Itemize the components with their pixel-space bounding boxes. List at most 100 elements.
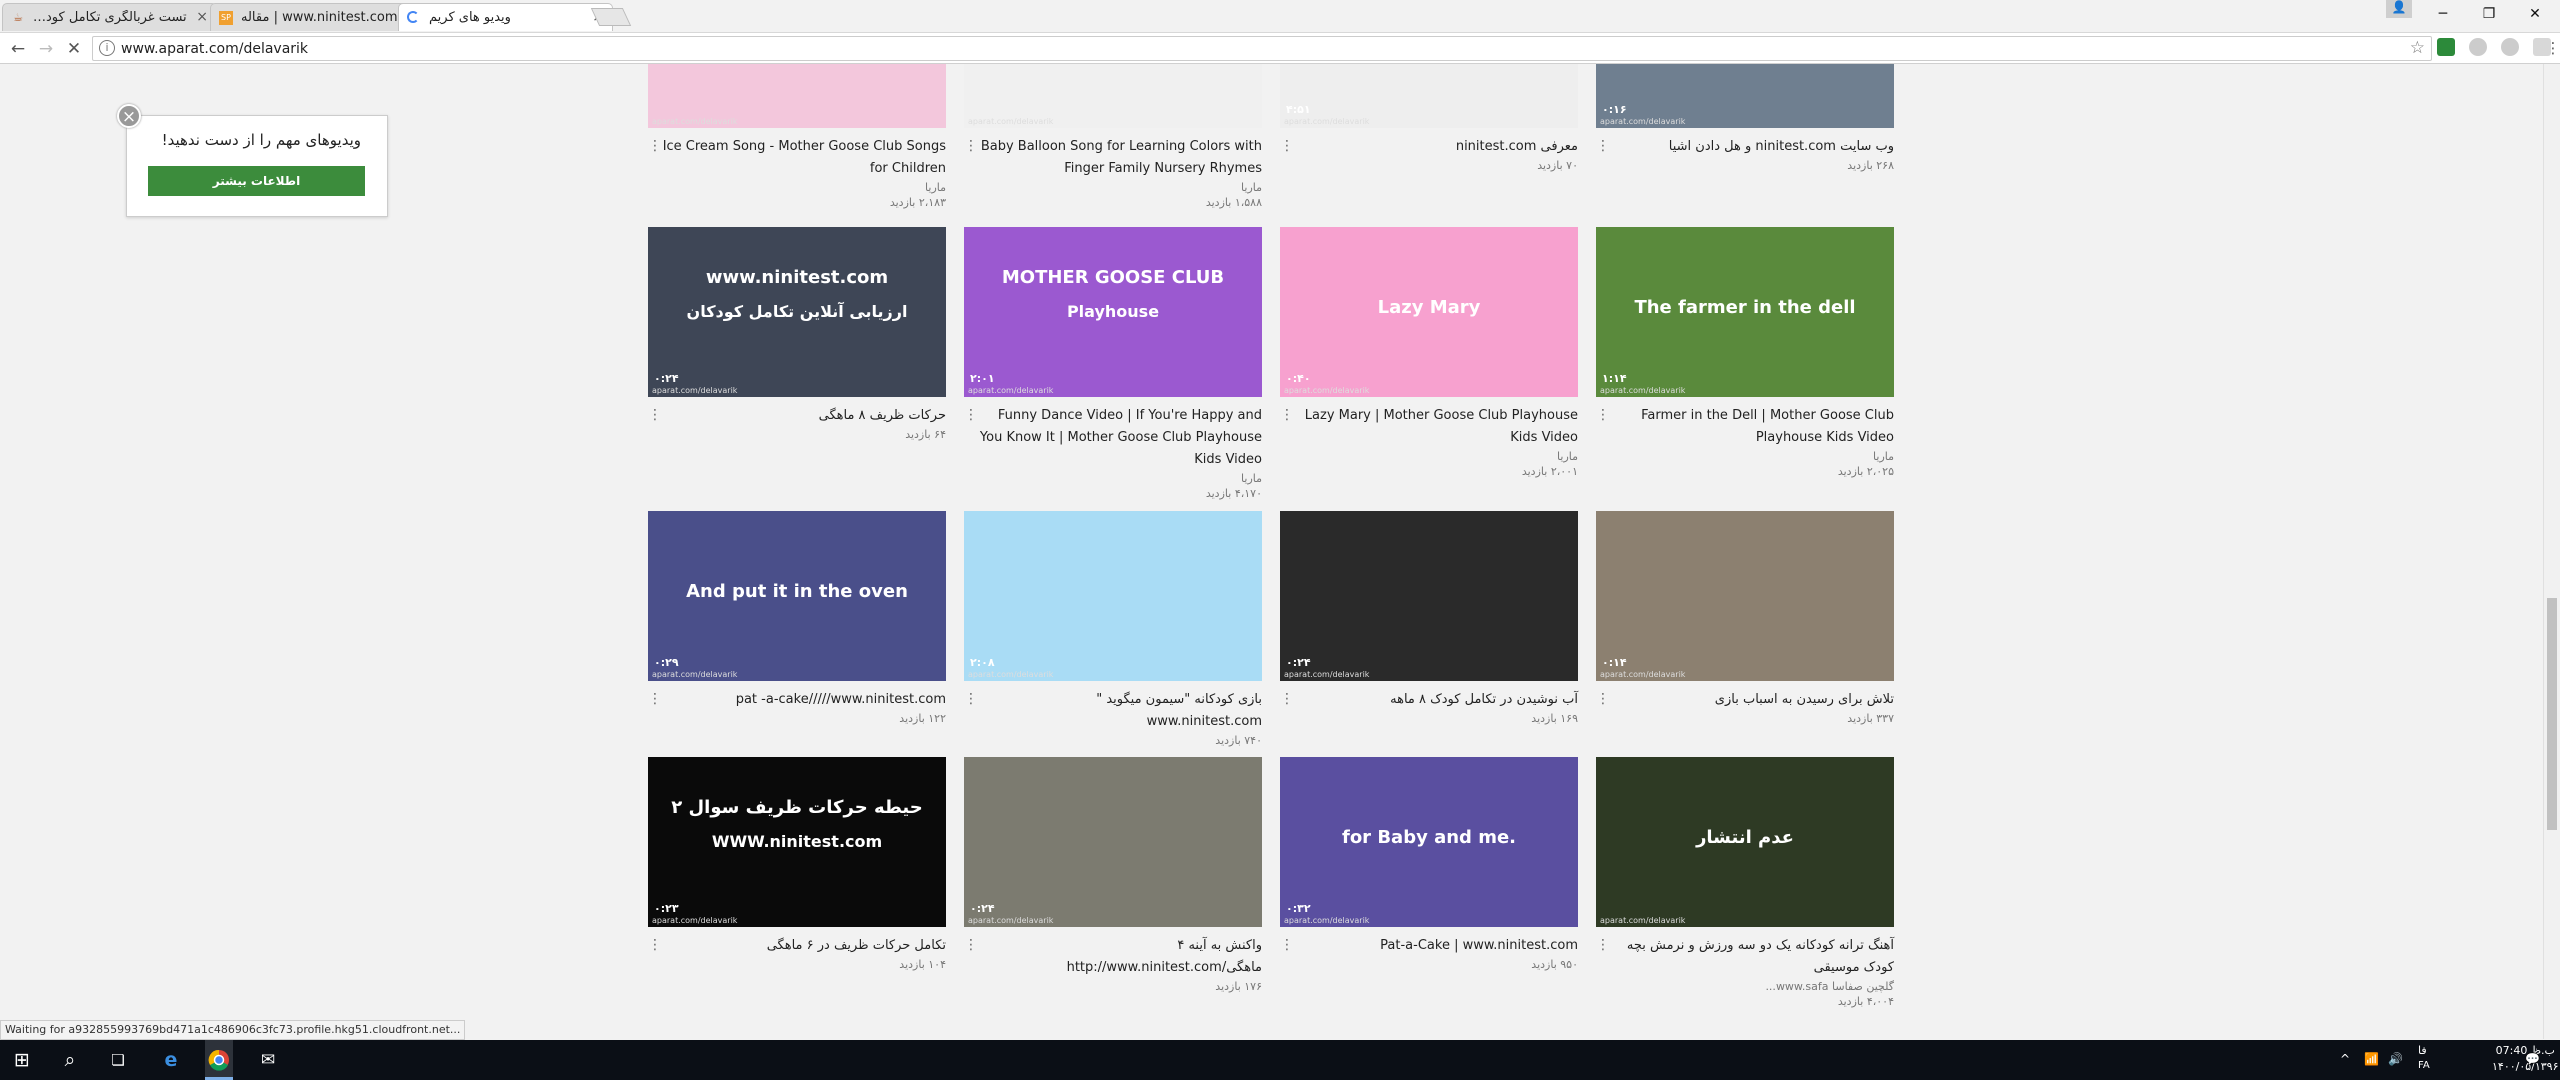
video-thumbnail[interactable]: www.ninitest.com ارزیابی آنلاین تکامل کود… <box>648 227 946 397</box>
chrome-browser-icon[interactable] <box>205 1046 233 1074</box>
page-info-icon[interactable]: i <box>99 40 115 56</box>
channel-name[interactable]: ماریا <box>1596 449 1894 464</box>
minimize-icon[interactable]: ─ <box>2420 0 2466 28</box>
restore-icon[interactable]: ❐ <box>2466 0 2512 28</box>
video-info: تلاش برای رسیدن به اسباب بازی ۳۳۷ بازدید <box>1596 689 1894 726</box>
video-thumbnail[interactable]: ۰:۱۶ aparat.com/delavarik <box>1596 64 1894 128</box>
close-window-icon[interactable]: ✕ <box>2512 0 2558 28</box>
language-indicator[interactable]: FA <box>2418 1060 2430 1071</box>
video-title[interactable]: pat -a-cake/////www.ninitest.com <box>648 689 946 711</box>
video-thumbnail[interactable]: ۰:۲۴ aparat.com/delavarik <box>1280 511 1578 681</box>
view-count: ۱،۵۸۸ بازدید <box>1205 196 1262 209</box>
browser-tab-3[interactable]: ویدیو های کریم × <box>398 3 613 31</box>
video-title[interactable]: آب نوشیدن در تکامل کودک ۸ ماهه <box>1280 689 1578 711</box>
more-options-icon[interactable]: ⋮ <box>648 691 662 707</box>
view-count: ۲۶۸ بازدید <box>1847 159 1894 172</box>
video-title[interactable]: Lazy Mary | Mother Goose Club Playhouse … <box>1280 405 1578 449</box>
popup-close-icon[interactable]: × <box>117 104 141 128</box>
channel-name[interactable]: ماریا <box>964 180 1262 195</box>
more-options-icon[interactable]: ⋮ <box>648 407 662 423</box>
video-title[interactable]: تکامل حرکات ظریف در ۶ ماهگی <box>648 935 946 957</box>
bookmark-star-icon[interactable]: ☆ <box>2410 38 2425 58</box>
video-title[interactable]: حرکات ظریف ۸ ماهگی <box>648 405 946 427</box>
language-indicator-fa[interactable]: فا <box>2418 1044 2427 1057</box>
video-title[interactable]: وب سایت ninitest.com و هل دادن اشیا <box>1596 136 1894 158</box>
extension-icon[interactable] <box>2469 38 2487 56</box>
tab-title: تست غربالگری تکامل کود… <box>33 10 187 25</box>
more-options-icon[interactable]: ⋮ <box>1280 407 1294 423</box>
menu-dots-icon[interactable]: ⋮ <box>2541 36 2560 60</box>
video-thumbnail[interactable]: حیطه حرکات ظریف سوال ۲ WWW.ninitest.com ۰:… <box>648 757 946 927</box>
video-info: آب نوشیدن در تکامل کودک ۸ ماهه ۱۶۹ بازدید <box>1280 689 1578 726</box>
more-options-icon[interactable]: ⋮ <box>648 937 662 953</box>
watermark-logo: aparat.com/delavarik <box>1284 670 1370 679</box>
stop-loading-icon[interactable]: ✕ <box>62 37 86 61</box>
video-thumbnail[interactable]: aparat.com/delavarik <box>648 64 946 128</box>
search-icon[interactable]: ⌕ <box>56 1046 84 1074</box>
extension-icon[interactable] <box>2437 38 2455 56</box>
video-title[interactable]: آهنگ ترانه کودکانه یک دو سه ورزش و نرمش … <box>1596 935 1894 979</box>
video-info: Farmer in the Dell | Mother Goose Club P… <box>1596 405 1894 479</box>
edge-browser-icon[interactable]: e <box>157 1046 185 1074</box>
channel-name[interactable]: ماریا <box>648 180 946 195</box>
watermark-logo: aparat.com/delavarik <box>1600 916 1686 925</box>
start-windows-icon[interactable]: ⊞ <box>8 1046 36 1074</box>
video-title[interactable]: Farmer in the Dell | Mother Goose Club P… <box>1596 405 1894 449</box>
volume-icon[interactable]: 🔊 <box>2388 1052 2403 1066</box>
more-options-icon[interactable]: ⋮ <box>648 138 662 154</box>
ninitest-favicon-icon: ☕ <box>13 11 23 24</box>
network-icon[interactable]: 📶 <box>2364 1052 2379 1066</box>
tray-chevron-icon[interactable]: ^ <box>2340 1052 2350 1066</box>
more-options-icon[interactable]: ⋮ <box>1280 138 1294 154</box>
more-info-button[interactable]: اطلاعات بیشتر <box>148 166 365 196</box>
more-options-icon[interactable]: ⋮ <box>1280 937 1294 953</box>
video-title[interactable]: Pat-a-Cake | www.ninitest.com <box>1280 935 1578 957</box>
more-options-icon[interactable]: ⋮ <box>964 691 978 707</box>
video-thumbnail[interactable]: عدم انتشار aparat.com/delavarik <box>1596 757 1894 927</box>
tab-close-icon[interactable]: × <box>196 9 208 25</box>
scrollbar-thumb[interactable] <box>2547 598 2557 830</box>
video-title[interactable]: Ice Cream Song - Mother Goose Club Songs… <box>648 136 946 180</box>
video-title[interactable]: بازی کودکانه "سیمون میگوید " www.ninites… <box>964 689 1262 733</box>
back-arrow-icon[interactable]: ← <box>6 37 30 61</box>
video-title[interactable]: تلاش برای رسیدن به اسباب بازی <box>1596 689 1894 711</box>
profile-icon[interactable]: 👤 <box>2386 0 2412 18</box>
video-thumbnail[interactable]: ۰:۲۴ aparat.com/delavarik <box>964 757 1262 927</box>
video-thumbnail[interactable]: ۰:۱۴ aparat.com/delavarik <box>1596 511 1894 681</box>
video-title[interactable]: معرفی ninitest.com <box>1280 136 1578 158</box>
browser-tab-2[interactable]: SP www.ninitest.com | مقاله × <box>210 3 425 31</box>
address-bar[interactable]: i www.aparat.com/delavarik ☆ <box>92 36 2432 61</box>
video-title[interactable]: Funny Dance Video | If You're Happy and … <box>964 405 1262 471</box>
video-thumbnail[interactable]: ۴:۵۱ aparat.com/delavarik <box>1280 64 1578 128</box>
video-thumbnail[interactable]: for Baby and me. ۰:۳۲ aparat.com/delavarik <box>1280 757 1578 927</box>
popup-message: ویدیوهای مهم را از دست ندهید! <box>161 131 361 149</box>
more-options-icon[interactable]: ⋮ <box>1596 691 1610 707</box>
video-thumbnail[interactable]: And put it in the oven ۰:۲۹ aparat.com/del… <box>648 511 946 681</box>
more-options-icon[interactable]: ⋮ <box>1596 407 1610 423</box>
video-thumbnail[interactable]: aparat.com/delavarik <box>964 64 1262 128</box>
browser-tab-1[interactable]: ☕ تست غربالگری تکامل کود… × <box>2 3 217 31</box>
video-title[interactable]: واکنش به آینه ۴ ماهگی/http://www.ninites… <box>964 935 1262 979</box>
task-view-icon[interactable]: ❏ <box>104 1046 132 1074</box>
video-thumbnail[interactable]: MOTHER GOOSE CLUB Playhouse ۲:۰۱ aparat.com… <box>964 227 1262 397</box>
forward-arrow-icon[interactable]: → <box>34 37 58 61</box>
mail-icon[interactable]: ✉ <box>254 1046 282 1074</box>
more-options-icon[interactable]: ⋮ <box>964 937 978 953</box>
more-options-icon[interactable]: ⋮ <box>964 407 978 423</box>
channel-name[interactable]: ماریا <box>964 471 1262 486</box>
video-thumbnail[interactable]: ۲:۰۸ aparat.com/delavarik <box>964 511 1262 681</box>
more-options-icon[interactable]: ⋮ <box>1280 691 1294 707</box>
video-thumbnail[interactable]: The farmer in the dell ۱:۱۴ aparat.com/del… <box>1596 227 1894 397</box>
page-scrollbar[interactable] <box>2543 64 2560 1039</box>
video-thumbnail[interactable]: Lazy Mary ۰:۴۰ aparat.com/delavarik <box>1280 227 1578 397</box>
channel-name[interactable]: ماریا <box>1280 449 1578 464</box>
more-options-icon[interactable]: ⋮ <box>1596 937 1610 953</box>
video-title[interactable]: Baby Balloon Song for Learning Colors wi… <box>964 136 1262 180</box>
channel-name[interactable]: گلچین صفاسا www.safa... <box>1596 979 1894 994</box>
video-info: بازی کودکانه "سیمون میگوید " www.ninites… <box>964 689 1262 748</box>
watermark-logo: aparat.com/delavarik <box>968 670 1054 679</box>
extension-icon[interactable] <box>2501 38 2519 56</box>
more-options-icon[interactable]: ⋮ <box>1596 138 1610 154</box>
notifications-icon[interactable]: 💬 <box>2525 1052 2540 1066</box>
more-options-icon[interactable]: ⋮ <box>964 138 978 154</box>
